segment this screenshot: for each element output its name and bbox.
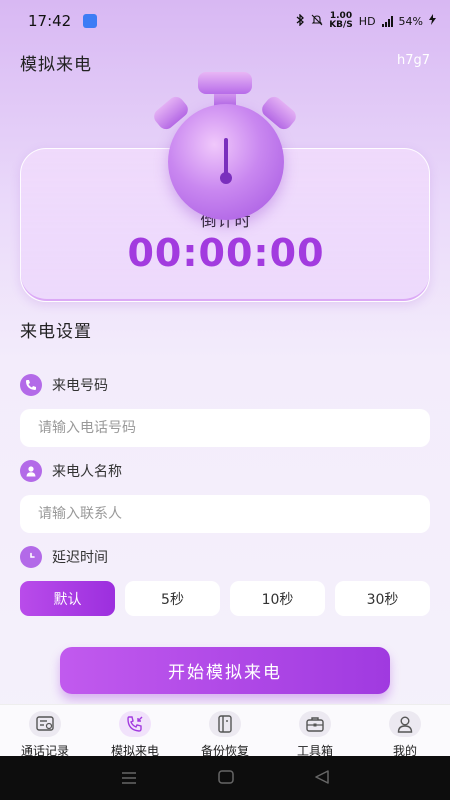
delay-label: 延迟时间	[20, 546, 108, 568]
toolbox-icon	[299, 711, 331, 737]
settings-section-title: 来电设置	[20, 322, 92, 342]
signal-icon	[381, 15, 393, 27]
status-bar: 17:42 1.00 KB/S HD 54%	[0, 0, 450, 42]
caller-name-input[interactable]	[20, 495, 430, 533]
mute-icon	[311, 14, 323, 29]
phone-label: 来电号码	[20, 374, 108, 396]
home-icon[interactable]	[218, 769, 234, 788]
bluetooth-icon	[295, 12, 305, 29]
caller-label: 来电人名称	[20, 460, 122, 482]
delay-option-5s[interactable]: 5秒	[125, 581, 220, 616]
delay-label-text: 延迟时间	[52, 550, 108, 566]
status-time: 17:42	[28, 12, 72, 30]
system-navigation-bar	[0, 756, 450, 800]
battery-level: 54%	[398, 14, 423, 28]
network-type: HD	[358, 14, 376, 28]
tab-backup-restore[interactable]: 备份恢复	[180, 711, 270, 759]
person-icon	[20, 460, 42, 482]
delay-option-30s[interactable]: 30秒	[335, 581, 430, 616]
menu-icon[interactable]	[121, 769, 137, 788]
profile-icon	[389, 711, 421, 737]
phone-icon	[20, 374, 42, 396]
user-tag: h7g7	[396, 53, 430, 68]
call-log-icon	[29, 711, 61, 737]
tab-profile[interactable]: 我的	[360, 711, 450, 759]
network-speed-unit: KB/S	[329, 20, 353, 30]
backup-icon	[209, 711, 241, 737]
back-icon[interactable]	[315, 769, 330, 788]
phone-label-text: 来电号码	[52, 378, 108, 394]
tab-simulated-call[interactable]: 模拟来电	[90, 711, 180, 759]
network-speed: 1.00 KB/S	[329, 12, 353, 30]
start-simulated-call-button[interactable]: 开始模拟来电	[60, 647, 390, 694]
page-title: 模拟来电	[20, 55, 92, 75]
charging-icon	[429, 14, 436, 28]
countdown-value: 00:00:00	[127, 231, 325, 275]
stopwatch-icon	[150, 72, 300, 220]
delay-option-10s[interactable]: 10秒	[230, 581, 325, 616]
delay-option-default[interactable]: 默认	[20, 581, 115, 616]
status-indicators: 1.00 KB/S HD 54%	[295, 12, 436, 30]
caller-label-text: 来电人名称	[52, 464, 122, 480]
phone-number-input[interactable]	[20, 409, 430, 447]
app-notification-icon	[83, 14, 98, 28]
bottom-tab-bar: 通话记录 模拟来电 备份恢复 工具箱 我的	[0, 704, 450, 759]
tab-toolbox[interactable]: 工具箱	[270, 711, 360, 759]
delay-options: 默认 5秒 10秒 30秒	[20, 581, 430, 616]
tab-call-log[interactable]: 通话记录	[0, 711, 90, 759]
incoming-call-icon	[119, 711, 151, 737]
clock-icon	[20, 546, 42, 568]
